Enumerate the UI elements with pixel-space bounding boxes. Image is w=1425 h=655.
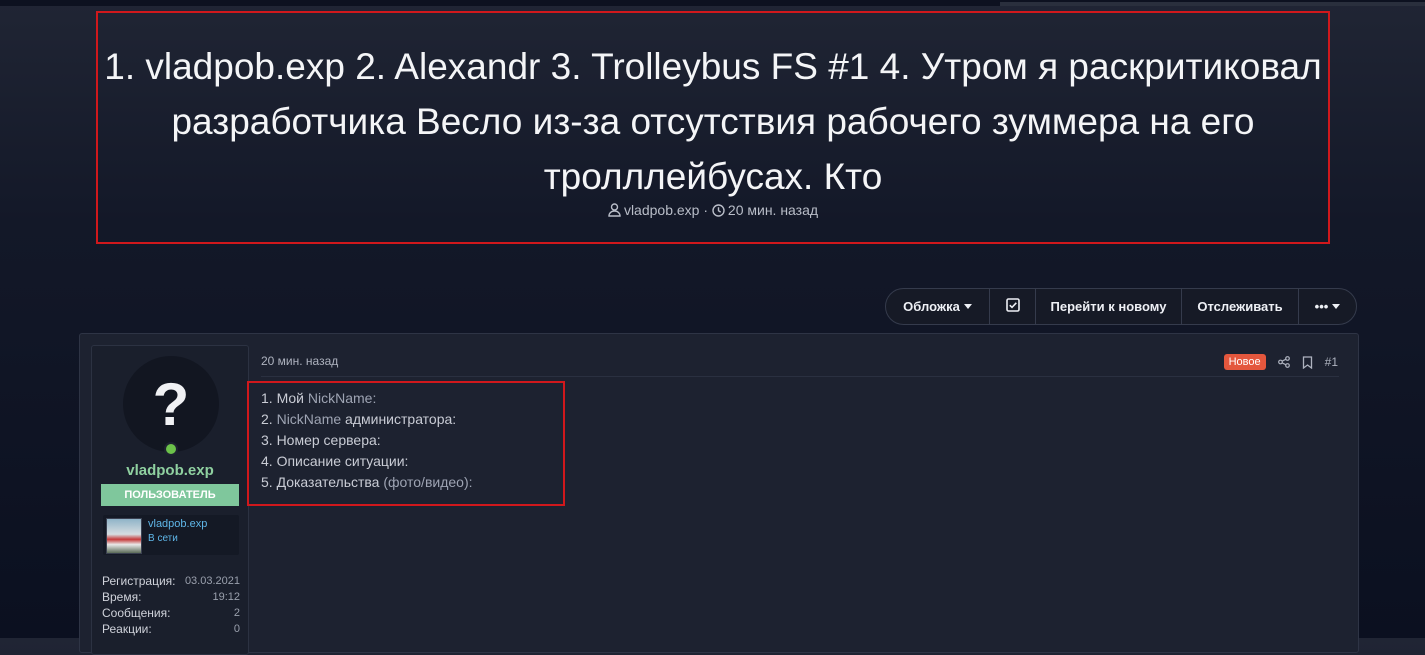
stat-value: 19:12 [212,591,240,603]
post-line: 3. Номер сервера: [261,432,381,448]
post-header-divider [261,376,1339,377]
stat-label: Время: [102,590,142,604]
stat-row: Сообщения: 2 [102,605,240,621]
user-role-banner: ПОЛЬЗОВАТЕЛЬ [101,484,239,506]
stat-row: Регистрация: 03.03.2021 [102,573,240,589]
top-strip-notch [1000,2,1425,6]
thread-title: 1. vladpob.exp 2. Alexandr 3. Trolleybus… [104,46,1322,197]
post-line: 5. Доказательства (фото/видео): [261,474,473,490]
cover-label: Обложка [903,299,960,314]
stat-row: Время: 19:12 [102,589,240,605]
post-line: 1. Мой NickName: [261,390,377,406]
online-indicator [164,442,178,456]
stat-row: Реакции: 0 [102,621,240,637]
select-button[interactable] [990,289,1036,324]
post-date[interactable]: 20 мин. назад [261,354,338,368]
stat-value: 03.03.2021 [184,575,240,587]
post-number[interactable]: #1 [1325,355,1338,369]
goto-new-button[interactable]: Перейти к новому [1036,289,1182,324]
stat-label: Реакции: [102,622,152,636]
meta-separator: · [703,202,709,218]
top-strip [0,0,1425,6]
user-panel: ? vladpob.exp ПОЛЬЗОВАТЕЛЬ vladpob.exp В… [91,345,249,655]
watch-button[interactable]: Отслеживать [1182,289,1299,324]
share-icon[interactable] [1277,356,1290,368]
thread-meta: vladpob.exp · 20 мин. назад [98,202,1328,220]
post-line: 4. Описание ситуации: [261,453,409,469]
user-mini-card[interactable]: vladpob.exp В сети [103,515,239,555]
chevron-down-icon [1332,304,1341,309]
stat-label: Сообщения: [102,606,171,620]
thread-toolbar: Обложка Перейти к новому Отслеживать ••• [885,288,1357,325]
mini-card-status: В сети [148,533,178,544]
thread-time[interactable]: 20 мин. назад [728,202,818,218]
user-name[interactable]: vladpob.exp [92,462,248,479]
new-badge: Новое [1223,354,1266,370]
thread-header: 1. vladpob.exp 2. Alexandr 3. Trolleybus… [96,11,1330,244]
more-label: ••• [1314,299,1329,314]
mini-card-thumbnail [106,518,142,554]
more-button[interactable]: ••• [1299,289,1356,324]
avatar[interactable]: ? [123,356,219,452]
checkbox-icon [1005,298,1020,315]
bookmark-icon[interactable] [1302,355,1313,369]
clock-icon [712,204,725,220]
chevron-down-icon [963,304,972,309]
stat-value: 0 [233,623,240,635]
mini-card-name[interactable]: vladpob.exp [148,518,207,530]
cover-button[interactable]: Обложка [886,289,990,324]
post-card: ? vladpob.exp ПОЛЬЗОВАТЕЛЬ vladpob.exp В… [79,333,1359,655]
thread-author[interactable]: vladpob.exp [624,202,700,218]
stat-value: 2 [233,607,240,619]
stat-label: Регистрация: [102,574,176,588]
user-stats: Регистрация: 03.03.2021 Время: 19:12 Сообщ… [102,573,240,637]
post-body: 1. Мой NickName: 2. NickName администрат… [261,388,473,493]
post-line: 2. NickName администратора: [261,411,457,427]
post-actions: Новое #1 [1223,354,1338,370]
user-icon [608,203,621,220]
